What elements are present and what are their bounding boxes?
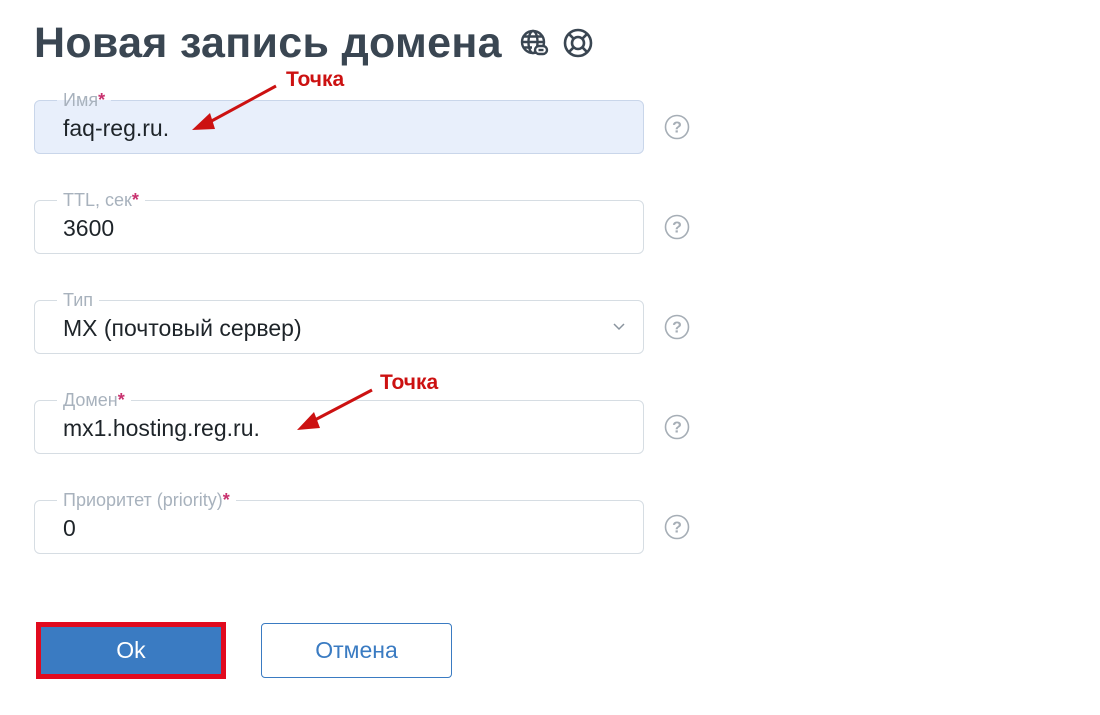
name-field-value[interactable]: faq-reg.ru. — [63, 113, 169, 143]
priority-field-label: Приоритет (priority)* — [57, 489, 236, 511]
lifebuoy-icon[interactable] — [562, 27, 594, 59]
priority-field[interactable]: Приоритет (priority)* 0 — [34, 489, 644, 554]
svg-text:?: ? — [672, 320, 682, 337]
type-select-value[interactable]: MX (почтовый сервер) — [63, 313, 302, 343]
domain-field-value[interactable]: mx1.hosting.reg.ru. — [63, 413, 260, 443]
title-row: Новая запись домена — [34, 14, 594, 72]
annotation-dot-name: Точка — [286, 68, 345, 91]
domain-field[interactable]: Домен* mx1.hosting.reg.ru. — [34, 389, 644, 454]
name-field[interactable]: Имя* faq-reg.ru. — [34, 89, 644, 154]
ttl-field[interactable]: TTL, сек* 3600 — [34, 189, 644, 254]
domain-field-label: Домен* — [57, 389, 131, 411]
svg-text:?: ? — [672, 220, 682, 237]
page-title: Новая запись домена — [34, 18, 502, 67]
svg-text:?: ? — [672, 520, 682, 537]
type-help-icon[interactable]: ? — [664, 314, 690, 340]
chevron-down-icon[interactable] — [611, 318, 627, 334]
svg-text:?: ? — [672, 420, 682, 437]
annotation-dot-domain: Точка — [380, 371, 439, 394]
name-field-label: Имя* — [57, 89, 112, 111]
priority-help-icon[interactable]: ? — [664, 514, 690, 540]
globe-link-icon[interactable] — [518, 27, 550, 59]
domain-help-icon[interactable]: ? — [664, 414, 690, 440]
ttl-field-value[interactable]: 3600 — [63, 213, 114, 243]
ttl-help-icon[interactable]: ? — [664, 214, 690, 240]
priority-field-value[interactable]: 0 — [63, 513, 76, 543]
type-select-label: Тип — [57, 289, 100, 311]
ok-button[interactable]: Ok — [36, 622, 226, 679]
type-select[interactable]: Тип MX (почтовый сервер) — [34, 289, 644, 354]
svg-text:?: ? — [672, 120, 682, 137]
cancel-button[interactable]: Отмена — [261, 623, 452, 678]
name-help-icon[interactable]: ? — [664, 114, 690, 140]
ttl-field-label: TTL, сек* — [57, 189, 145, 211]
